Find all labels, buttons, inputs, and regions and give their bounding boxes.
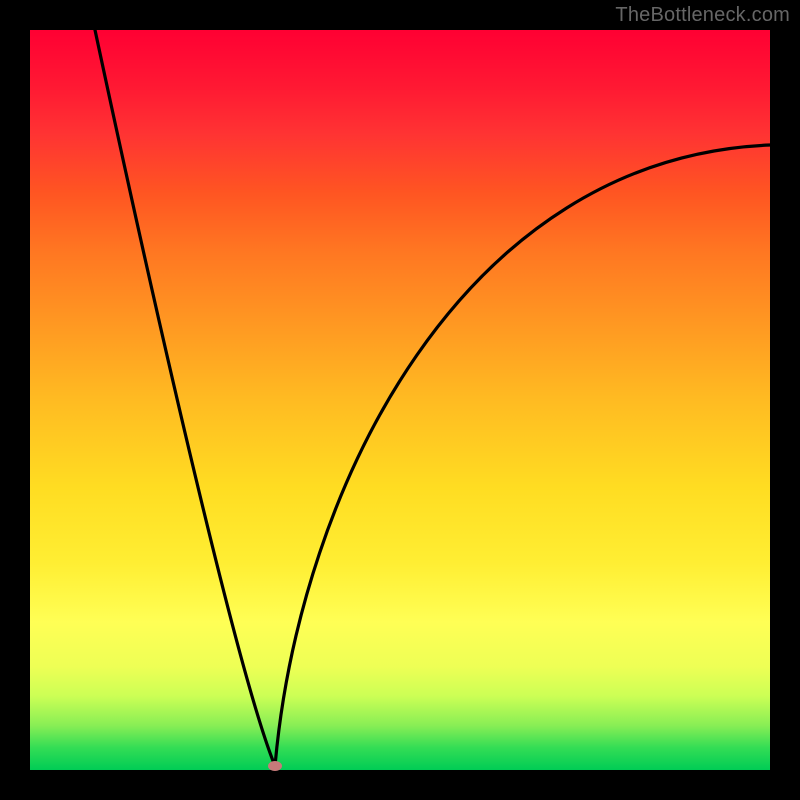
bottleneck-curve	[30, 30, 770, 770]
chart-container: TheBottleneck.com	[0, 0, 800, 800]
plot-area	[30, 30, 770, 770]
watermark-text: TheBottleneck.com	[615, 4, 790, 27]
valley-marker	[268, 761, 282, 771]
